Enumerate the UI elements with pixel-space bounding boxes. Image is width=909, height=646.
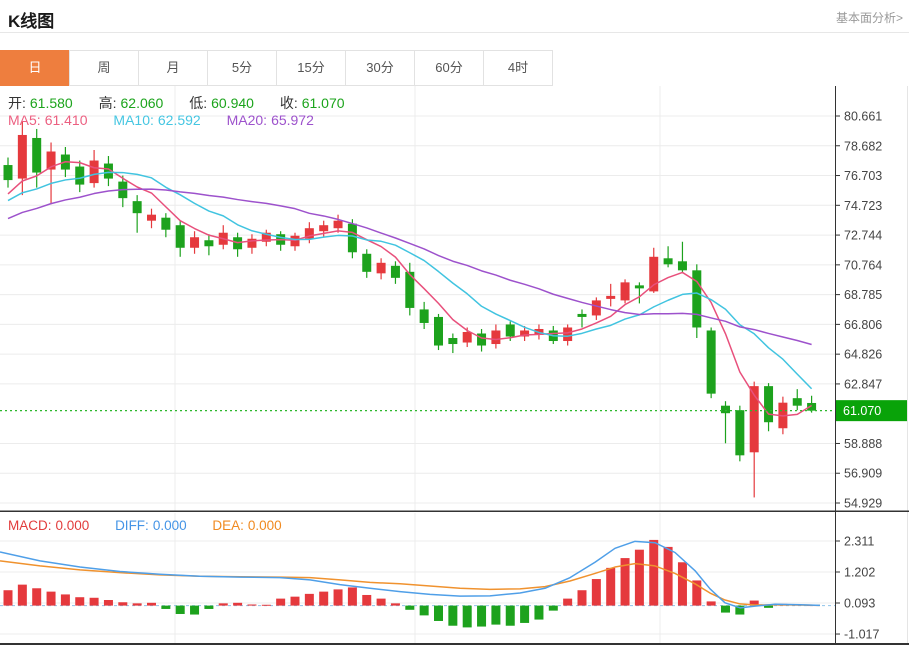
close-label: 收: <box>279 95 298 111</box>
ma5-value: 61.410 <box>44 112 88 128</box>
macd-readout: MACD: 0.000 DIFF: 0.000 DEA: 0.000 <box>8 518 286 533</box>
macd-axis: 2.311 1.202 0.093 -1.017 <box>0 535 879 642</box>
svg-text:58.888: 58.888 <box>844 437 882 451</box>
svg-text:54.929: 54.929 <box>844 497 882 511</box>
frame <box>0 86 909 645</box>
macd-label: MACD: <box>8 518 52 533</box>
open-value: 61.580 <box>29 95 73 111</box>
low-value: 60.940 <box>211 95 254 111</box>
candles <box>3 121 817 498</box>
svg-text:66.806: 66.806 <box>844 318 882 332</box>
ma10-value: 62.592 <box>157 112 201 128</box>
high-label: 高: <box>98 95 117 111</box>
low-label: 低: <box>189 95 208 111</box>
svg-text:70.764: 70.764 <box>844 258 882 272</box>
svg-text:62.847: 62.847 <box>844 377 882 391</box>
open-label: 开: <box>8 95 26 111</box>
price-axis: 80.661 78.682 76.703 74.723 72.744 70.764 68.7… <box>835 110 882 511</box>
ma10-label: MA10: <box>113 112 154 128</box>
svg-text:56.909: 56.909 <box>844 467 882 481</box>
svg-text:72.744: 72.744 <box>844 229 882 243</box>
ma20-label: MA20: <box>226 112 268 128</box>
current-price-tag: 61.070 <box>843 404 881 418</box>
close-value: 61.070 <box>301 95 345 111</box>
ohlc-readout: 开: 61.580 高: 62.060 低: 60.940 收: 61.070 <box>8 93 349 113</box>
macd-value: 0.000 <box>55 518 90 533</box>
diff-value: 0.000 <box>152 518 187 533</box>
svg-text:1.202: 1.202 <box>844 566 875 580</box>
kline-widget: K线图 基本面分析> 日周月 5分 15分 30分 60分 4时 80.661 78.682… <box>0 0 909 646</box>
svg-text:0.093: 0.093 <box>844 597 875 611</box>
high-value: 62.060 <box>120 95 164 111</box>
svg-text:2.311: 2.311 <box>844 535 874 549</box>
diff-label: DIFF: <box>115 518 149 533</box>
svg-text:-1.017: -1.017 <box>844 628 879 642</box>
svg-text:76.703: 76.703 <box>844 169 882 183</box>
svg-text:74.723: 74.723 <box>844 199 882 213</box>
svg-text:78.682: 78.682 <box>844 139 882 153</box>
ma20-value: 65.972 <box>271 112 314 128</box>
svg-text:64.826: 64.826 <box>844 348 882 362</box>
ma5-label: MA5: <box>8 112 41 128</box>
dea-label: DEA: <box>212 518 244 533</box>
svg-text:80.661: 80.661 <box>844 110 882 124</box>
dea-value: 0.000 <box>247 518 282 533</box>
svg-text:68.785: 68.785 <box>844 288 882 302</box>
ma-readout: MA5: 61.410 MA10: 62.592 MA20: 65.972 <box>8 112 318 128</box>
